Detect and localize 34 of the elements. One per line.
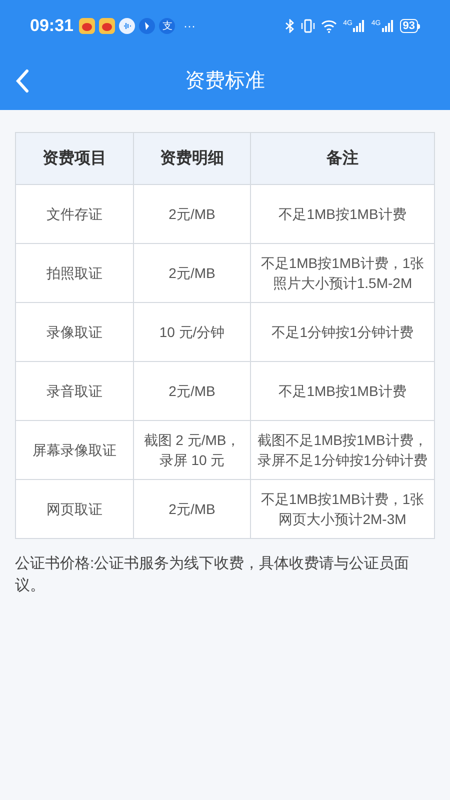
table-cell: 不足1MB按1MB计费 [250, 184, 434, 244]
table-cell: 2元/MB [134, 480, 250, 538]
vibrate-icon [301, 19, 316, 33]
table-cell: 录像取证 [16, 302, 134, 362]
table-cell: 屏幕录像取证 [16, 420, 134, 480]
table-cell: 拍照取证 [16, 244, 134, 302]
table-cell: 文件存证 [16, 184, 134, 244]
signal-icon [353, 20, 366, 32]
table-cell: 截图 2 元/MB，录屏 10 元 [134, 420, 250, 480]
notary-price-note: 公证书价格:公证书服务为线下收费，具体收费请与公证员面议。 [15, 554, 410, 596]
table-cell: 2元/MB [134, 362, 250, 420]
column-header: 资费明细 [134, 132, 250, 184]
more-notifications: ··· [183, 18, 196, 35]
app-icon [139, 18, 156, 34]
table-cell: 不足1MB按1MB计费，1张照片大小预计1.5M-2M [250, 244, 434, 302]
table-cell: 录音取证 [16, 362, 134, 420]
table-cell: 不足1分钟按1分钟计费 [250, 302, 434, 362]
table-cell: 截图不足1MB按1MB计费，录屏不足1分钟按1分钟计费 [250, 420, 434, 480]
table-cell: 网页取证 [16, 480, 134, 538]
table-cell: 不足1MB按1MB计费 [250, 362, 434, 420]
wifi-icon [321, 20, 338, 32]
audio-wave-icon [119, 18, 136, 34]
signal-icon [382, 20, 394, 32]
column-header: 备注 [250, 132, 434, 184]
table-cell: 2元/MB [134, 244, 250, 302]
alipay-icon: 支 [159, 18, 176, 34]
table-cell: 2元/MB [134, 184, 250, 244]
table-cell: 不足1MB按1MB计费，1张网页大小预计2M-3M [250, 480, 434, 538]
status-time: 09:31 [30, 15, 74, 38]
page-title: 资费标准 [185, 69, 265, 94]
battery-icon: 93 [400, 19, 418, 33]
table-cell: 10 元/分钟 [134, 302, 250, 362]
bluetooth-icon [285, 19, 296, 33]
column-header: 资费项目 [16, 132, 134, 184]
